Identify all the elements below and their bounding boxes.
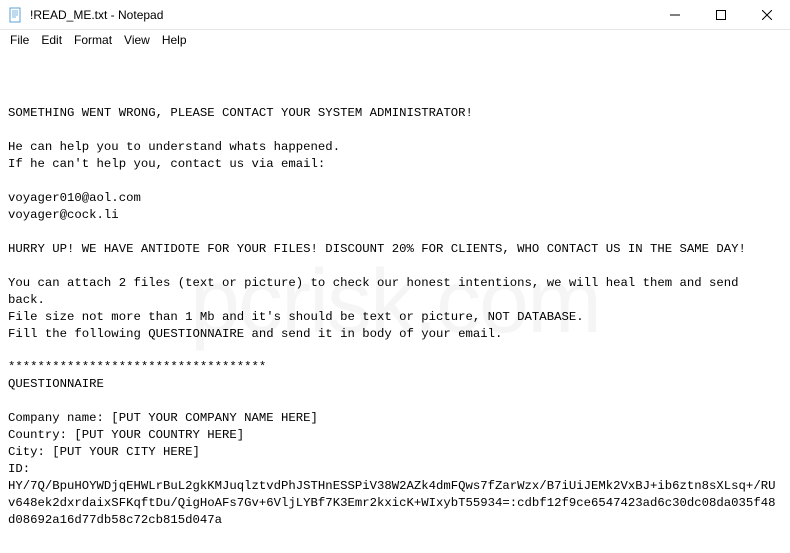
text-area[interactable]: pcrisk.com SOMETHING WENT WRONG, PLEASE … — [0, 50, 790, 553]
maximize-button[interactable] — [698, 0, 744, 30]
menu-file[interactable]: File — [4, 31, 35, 49]
titlebar: !READ_ME.txt - Notepad — [0, 0, 790, 30]
window-title: !READ_ME.txt - Notepad — [30, 8, 652, 22]
menubar: File Edit Format View Help — [0, 30, 790, 50]
minimize-button[interactable] — [652, 0, 698, 30]
menu-help[interactable]: Help — [156, 31, 193, 49]
menu-edit[interactable]: Edit — [35, 31, 68, 49]
window-controls — [652, 0, 790, 29]
document-body: SOMETHING WENT WRONG, PLEASE CONTACT YOU… — [8, 105, 782, 553]
menu-format[interactable]: Format — [68, 31, 118, 49]
close-button[interactable] — [744, 0, 790, 30]
notepad-icon — [8, 7, 24, 23]
menu-view[interactable]: View — [118, 31, 156, 49]
